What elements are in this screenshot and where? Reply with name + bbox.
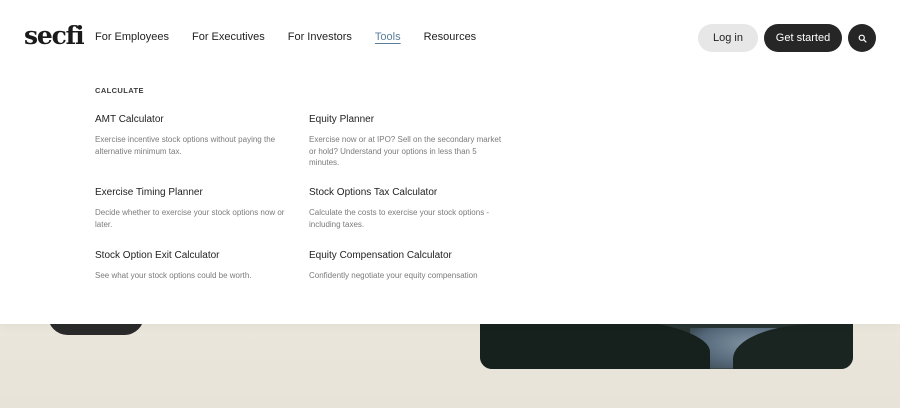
search-button[interactable] [848, 24, 876, 52]
tool-title: Exercise Timing Planner [95, 187, 203, 198]
tool-description: Exercise incentive stock options without… [95, 135, 276, 156]
tool-equity-compensation-calculator[interactable]: Equity Compensation Calculator Confident… [309, 249, 509, 282]
search-icon [858, 34, 867, 43]
tool-stock-option-exit-calculator[interactable]: Stock Option Exit Calculator See what yo… [95, 249, 295, 282]
get-started-button[interactable]: Get started [764, 24, 842, 52]
tool-title: AMT Calculator [95, 114, 164, 125]
dropdown-section-label: CALCULATE [95, 86, 144, 95]
nav-for-investors[interactable]: For Investors [288, 30, 352, 44]
nav-for-employees[interactable]: For Employees [95, 30, 169, 44]
tool-amt-calculator[interactable]: AMT Calculator Exercise incentive stock … [95, 113, 295, 157]
brand-logo[interactable]: secfi [24, 22, 85, 50]
tool-title: Equity Compensation Calculator [309, 250, 452, 261]
tool-title: Stock Option Exit Calculator [95, 250, 220, 261]
tool-equity-planner[interactable]: Equity Planner Exercise now or at IPO? S… [309, 113, 509, 169]
tool-description: Calculate the costs to exercise your sto… [309, 208, 490, 229]
nav-resources[interactable]: Resources [424, 30, 477, 44]
nav-tools[interactable]: Tools [375, 30, 401, 44]
tool-title: Equity Planner [309, 114, 375, 125]
tool-description: Confidently negotiate your equity compen… [309, 271, 478, 280]
main-nav: For Employees For Executives For Investo… [95, 30, 499, 44]
tool-exercise-timing-planner[interactable]: Exercise Timing Planner Decide whether t… [95, 186, 295, 230]
tool-description: Decide whether to exercise your stock op… [95, 208, 285, 229]
tool-title: Stock Options Tax Calculator [309, 187, 438, 198]
nav-for-executives[interactable]: For Executives [192, 30, 265, 44]
tool-description: Exercise now or at IPO? Sell on the seco… [309, 135, 502, 167]
tool-stock-options-tax-calculator[interactable]: Stock Options Tax Calculator Calculate t… [309, 186, 509, 230]
tool-description: See what your stock options could be wor… [95, 271, 252, 280]
header-dropdown-panel: secfi For Employees For Executives For I… [0, 0, 900, 324]
login-button[interactable]: Log in [698, 24, 758, 52]
